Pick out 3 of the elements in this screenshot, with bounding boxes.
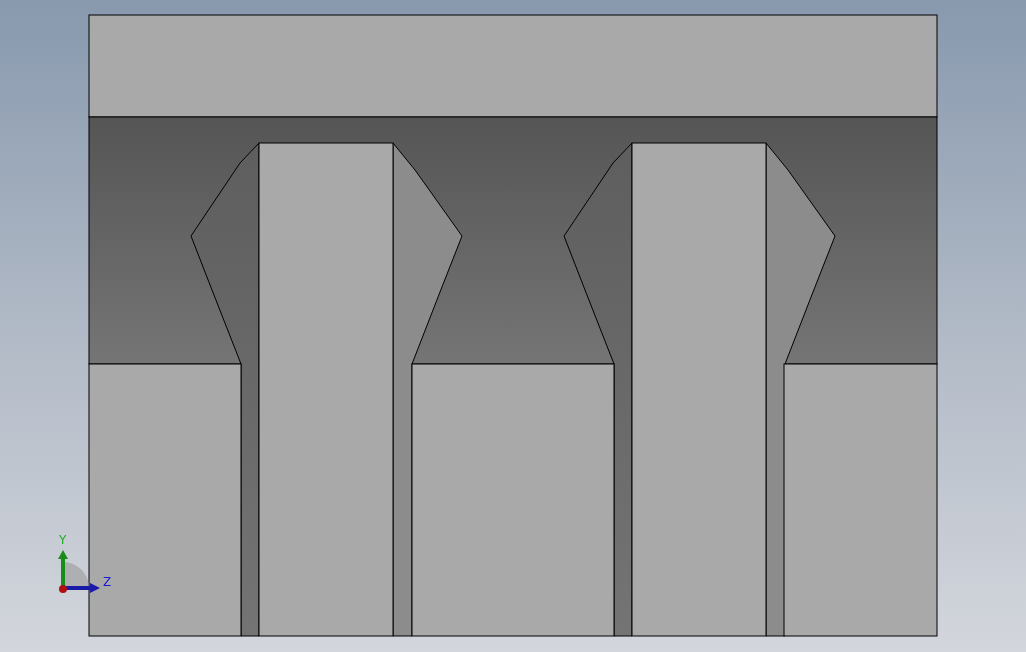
- axis-label: Y: [59, 534, 67, 546]
- axis-label: Z: [103, 576, 112, 588]
- axis-triad-icon: [58, 550, 100, 593]
